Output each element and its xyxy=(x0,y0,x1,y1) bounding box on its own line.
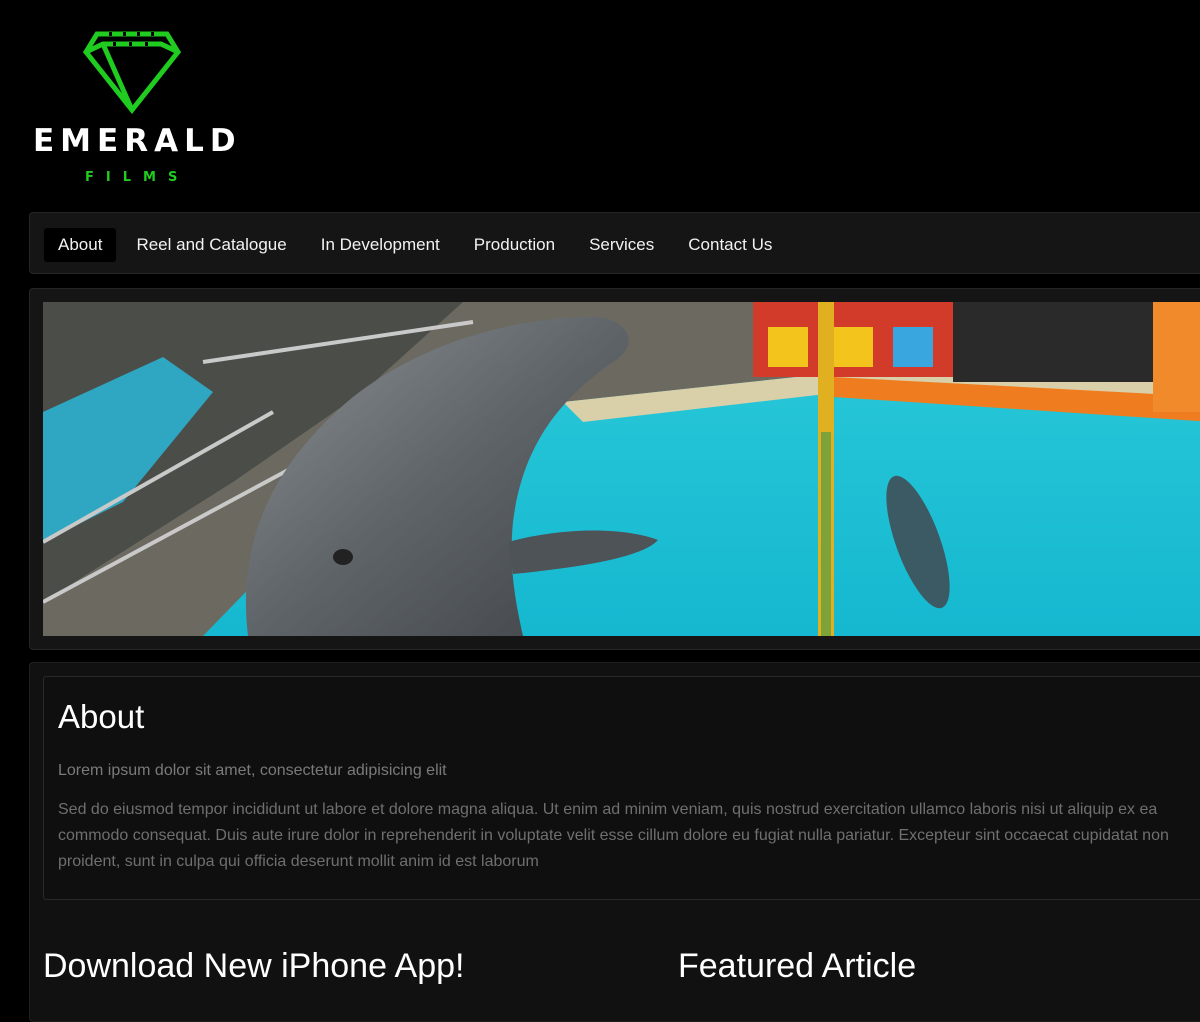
dolphin-photo xyxy=(43,302,1200,636)
brand-name: EMERALD xyxy=(33,123,242,159)
nav-item-contact-us[interactable]: Contact Us xyxy=(674,228,786,262)
about-lead: Lorem ipsum dolor sit amet, consectetur … xyxy=(58,762,447,779)
featured-article-heading: Featured Article xyxy=(678,947,917,985)
about-title: About xyxy=(58,698,145,735)
dolphin-photo-icon xyxy=(43,302,1200,636)
main-nav: About Reel and Catalogue In Development … xyxy=(29,212,1200,274)
emerald-films-logo[interactable]: EMERALD FILMS xyxy=(33,30,243,190)
iphone-app-heading: Download New iPhone App! xyxy=(43,947,465,985)
about-body: Sed do eiusmod tempor incididunt ut labo… xyxy=(58,801,1169,870)
nav-list: About Reel and Catalogue In Development … xyxy=(44,228,792,262)
nav-item-about[interactable]: About xyxy=(44,228,117,262)
nav-item-services[interactable]: Services xyxy=(575,228,668,262)
brand-subtitle: FILMS xyxy=(85,170,190,185)
hero-banner xyxy=(29,288,1200,650)
emerald-gem-icon xyxy=(83,31,181,114)
nav-item-reel-and-catalogue[interactable]: Reel and Catalogue xyxy=(122,228,300,262)
nav-item-in-development[interactable]: In Development xyxy=(307,228,454,262)
about-section: About Lorem ipsum dolor sit amet, consec… xyxy=(43,676,1200,900)
site-header: EMERALD FILMS xyxy=(0,0,1200,212)
nav-item-production[interactable]: Production xyxy=(460,228,569,262)
content-area: About Lorem ipsum dolor sit amet, consec… xyxy=(29,662,1200,1022)
